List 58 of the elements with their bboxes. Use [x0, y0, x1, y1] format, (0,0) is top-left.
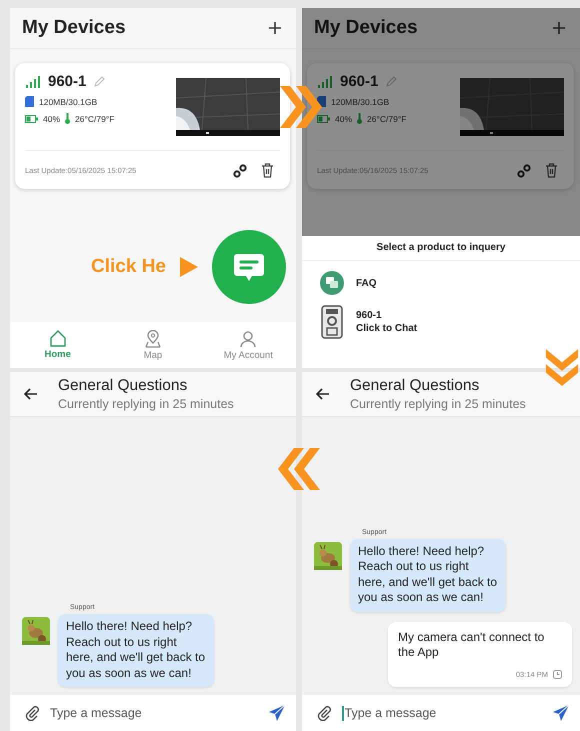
temperature-text: 26°C/79°F: [75, 114, 114, 124]
sheet-item[interactable]: 960-1 Click to Chat: [302, 295, 580, 339]
triangle-pointer-icon: [180, 257, 198, 277]
temperature-text: 26°C/79°F: [367, 114, 406, 124]
plus-icon: [552, 21, 566, 35]
send-button[interactable]: [552, 704, 570, 722]
sd-card-icon: [25, 96, 34, 107]
double-arrow-icon: [276, 446, 322, 492]
message-bubble: Hello there! Need help? Reach out to us right here, and we'll get back to you as soon as we can!: [350, 538, 506, 612]
back-button[interactable]: [316, 388, 330, 400]
signal-icon: [25, 74, 41, 88]
back-button[interactable]: [24, 388, 38, 400]
back-icon: [24, 388, 38, 400]
add-button[interactable]: [266, 19, 284, 37]
chat-subtitle: Currently replying in 25 minutes: [350, 397, 526, 411]
paperclip-icon[interactable]: [316, 705, 332, 721]
add-button[interactable]: [550, 19, 568, 37]
nav-tab[interactable]: Home: [18, 330, 98, 360]
device-name: 960-1: [340, 73, 378, 90]
text-cursor: [342, 706, 344, 720]
paperclip-icon[interactable]: [24, 705, 40, 721]
thermometer-icon: [357, 113, 362, 124]
home-icon: [48, 330, 67, 347]
nav-tab[interactable]: My Account: [208, 330, 288, 360]
faq-icon: [320, 271, 344, 295]
person-icon: [239, 330, 258, 348]
signal-icon: [317, 74, 333, 88]
back-icon: [316, 388, 330, 400]
battery-icon: [317, 114, 330, 122]
trash-icon[interactable]: [545, 163, 558, 178]
nav-tab[interactable]: Map: [112, 330, 193, 360]
link-icon[interactable]: [233, 164, 247, 178]
device-name: 960-1: [48, 73, 86, 90]
sheet-item[interactable]: FAQ: [302, 261, 580, 295]
battery-text: 40%: [43, 114, 60, 124]
trash-icon[interactable]: [261, 163, 274, 178]
storage-text: 120MB/30.1GB: [39, 96, 98, 106]
plus-icon: [268, 21, 282, 35]
storage-text: 120MB/30.1GB: [331, 96, 390, 106]
page-title: My Devices: [314, 17, 418, 39]
double-arrow-icon: [278, 84, 324, 130]
send-icon: [552, 704, 570, 722]
chat-title: General Questions: [350, 377, 480, 395]
sheet-title: Select a product to inquery: [302, 236, 580, 261]
battery-icon: [25, 114, 38, 122]
page-title: My Devices: [22, 17, 126, 39]
map-pin-icon: [144, 330, 162, 348]
trail-camera-icon: [320, 305, 344, 339]
chat-title: General Questions: [58, 377, 188, 395]
send-icon: [268, 704, 286, 722]
message-text: My camera can't connect to the App: [398, 630, 546, 660]
thermometer-icon: [65, 113, 70, 124]
callout-text: Click He: [91, 256, 166, 278]
message-bubble: Hello there! Need help? Reach out to us right here, and we'll get back to you as soon as we can!: [58, 614, 214, 687]
chat-subtitle: Currently replying in 25 minutes: [58, 397, 234, 411]
battery-text: 40%: [335, 114, 352, 124]
clock-icon: [553, 670, 562, 679]
send-button[interactable]: [268, 704, 286, 722]
